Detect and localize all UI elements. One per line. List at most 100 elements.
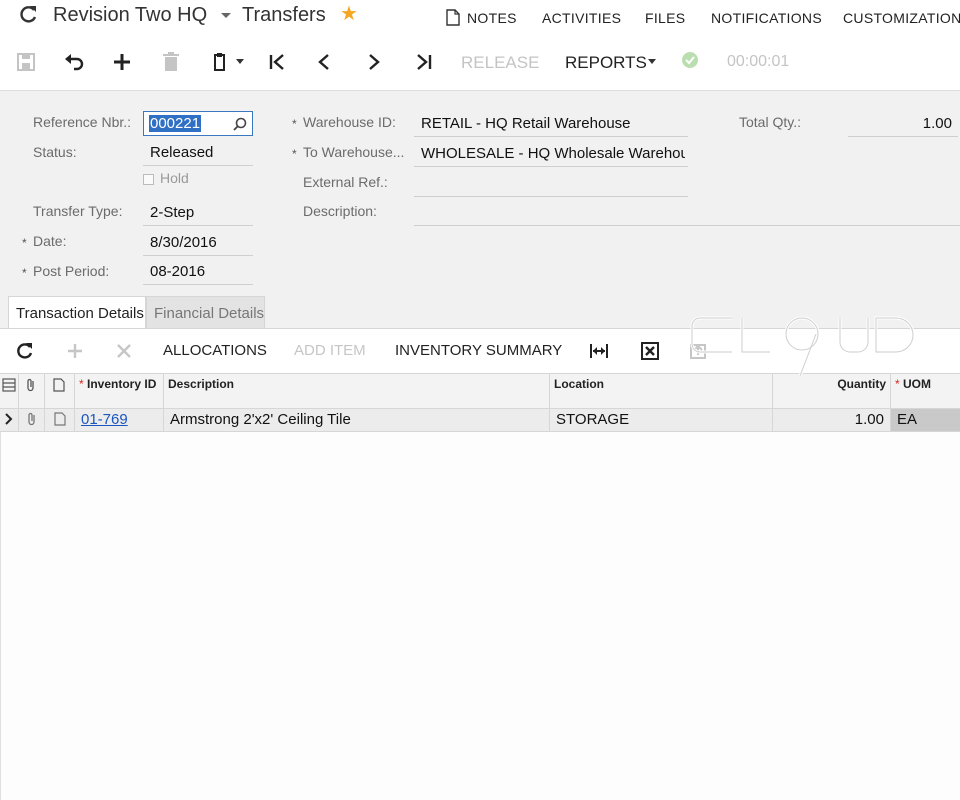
files-link[interactable]: FILES [645, 10, 685, 26]
clipboard-icon[interactable] [212, 52, 232, 72]
row-paperclip-icon[interactable] [26, 412, 38, 426]
last-record-icon[interactable] [413, 52, 433, 72]
add-item-button[interactable]: ADD ITEM [294, 342, 366, 359]
status-value: Released [150, 144, 214, 161]
export-excel-icon[interactable] [640, 341, 660, 361]
table-row[interactable]: 01-769 Armstrong 2'x2' Ceiling Tile STOR… [0, 409, 960, 432]
customization-link[interactable]: CUSTOMIZATION [843, 10, 960, 26]
hold-checkbox[interactable] [143, 174, 154, 185]
to-warehouse-value[interactable]: WHOLESALE - HQ Wholesale Warehouse [421, 145, 685, 162]
first-record-icon[interactable] [268, 52, 288, 72]
check-circle-icon [682, 52, 698, 68]
hold-label: Hold [160, 170, 189, 186]
paperclip-icon [27, 378, 34, 392]
description-label: Description: [303, 203, 377, 219]
transfer-type-value[interactable]: 2-Step [150, 204, 194, 221]
inventory-id-link[interactable]: 01-769 [81, 411, 128, 428]
refresh-icon[interactable] [18, 4, 38, 26]
grid-toolbar: ALLOCATIONS ADD ITEM INVENTORY SUMMARY [0, 328, 960, 372]
description-underline [414, 225, 960, 226]
inventory-id-cell[interactable]: 01-769 [75, 409, 164, 431]
to-warehouse-required-mark: * [292, 147, 297, 161]
next-record-icon[interactable] [363, 52, 383, 72]
date-value[interactable]: 8/30/2016 [150, 234, 217, 251]
reports-button[interactable]: REPORTS [565, 53, 647, 73]
favorite-star-icon[interactable]: ★ [340, 3, 358, 25]
undo-icon[interactable] [64, 52, 84, 72]
row-menu-header[interactable] [0, 374, 19, 409]
company-chevron-down-icon[interactable] [221, 13, 231, 18]
inventory-id-required-mark: * [79, 377, 84, 391]
upload-file-icon[interactable] [688, 341, 708, 361]
attachments-header [19, 374, 45, 409]
notes-header [45, 374, 75, 409]
location-cell[interactable]: STORAGE [550, 409, 773, 431]
quantity-cell[interactable]: 1.00 [773, 409, 891, 431]
external-ref-underline [414, 196, 688, 197]
external-ref-label: External Ref.: [303, 174, 388, 190]
to-warehouse-underline [414, 166, 688, 167]
page-title: Transfers [242, 4, 326, 26]
quantity-header[interactable]: Quantity [773, 374, 891, 409]
warehouse-id-value[interactable]: RETAIL - HQ Retail Warehouse [421, 115, 687, 132]
post-period-required-mark: * [22, 266, 27, 280]
reference-nbr-label: Reference Nbr.: [33, 114, 132, 130]
grid-settings-icon[interactable] [2, 378, 16, 392]
reports-chevron-down-icon[interactable] [648, 59, 656, 64]
clipboard-chevron-down-icon[interactable] [236, 59, 244, 64]
uom-header-label: UOM [903, 377, 932, 391]
row-note-icon[interactable] [54, 412, 66, 426]
reference-nbr-input[interactable]: 000221 [143, 111, 253, 136]
company-name[interactable]: Revision Two HQ [53, 4, 207, 27]
tab-transaction-details[interactable]: Transaction Details [8, 296, 146, 329]
inventory-id-header[interactable]: * Inventory ID [75, 374, 164, 409]
transfer-type-underline [143, 225, 253, 226]
chevron-right-icon [5, 413, 13, 425]
grid-refresh-icon[interactable] [15, 341, 35, 361]
uom-required-mark: * [895, 377, 900, 391]
add-icon[interactable] [112, 52, 132, 72]
location-header[interactable]: Location [550, 374, 773, 409]
to-warehouse-label: To Warehouse... [303, 144, 405, 160]
main-toolbar: RELEASE REPORTS [0, 44, 960, 80]
status-label: Status: [33, 144, 77, 160]
release-button[interactable]: RELEASE [461, 53, 539, 73]
grid-delete-row-icon[interactable] [114, 341, 134, 361]
transfer-type-label: Transfer Type: [33, 203, 123, 219]
date-underline [143, 255, 253, 256]
grid-empty-area [0, 432, 960, 800]
row-note-cell[interactable] [45, 409, 75, 431]
row-selector[interactable] [0, 409, 19, 431]
total-qty-value: 1.00 [922, 115, 952, 132]
inventory-summary-button[interactable]: INVENTORY SUMMARY [395, 342, 562, 359]
delete-icon[interactable] [161, 52, 181, 72]
post-period-label: Post Period: [33, 263, 110, 279]
grid-add-row-icon[interactable] [65, 341, 85, 361]
activities-link[interactable]: ACTIVITIES [542, 10, 621, 26]
description-cell[interactable]: Armstrong 2'x2' Ceiling Tile [164, 409, 550, 431]
search-icon[interactable] [233, 117, 247, 131]
uom-header[interactable]: * UOM [891, 374, 960, 409]
allocations-button[interactable]: ALLOCATIONS [163, 342, 267, 359]
row-attachment-cell[interactable] [19, 409, 45, 431]
description-header[interactable]: Description [164, 374, 550, 409]
inventory-id-header-label: Inventory ID [87, 377, 157, 391]
post-period-value[interactable]: 08-2016 [150, 263, 205, 280]
notes-icon[interactable] [446, 9, 460, 26]
tab-financial-details[interactable]: Financial Details [146, 296, 265, 329]
save-icon[interactable] [16, 52, 36, 72]
timer-readout: 00:00:01 [727, 53, 790, 70]
notes-link[interactable]: NOTES [467, 10, 517, 26]
warehouse-id-underline [414, 136, 688, 137]
grid-header-row: * Inventory ID Description Location Quan… [0, 373, 960, 409]
reference-nbr-value[interactable]: 000221 [149, 115, 202, 132]
notifications-link[interactable]: NOTIFICATIONS [711, 10, 822, 26]
warehouse-id-required-mark: * [292, 117, 297, 131]
previous-record-icon[interactable] [315, 52, 335, 72]
date-label: Date: [33, 233, 67, 249]
date-required-mark: * [22, 236, 27, 250]
uom-cell[interactable]: EA [891, 409, 960, 431]
total-qty-label: Total Qty.: [739, 114, 801, 130]
fit-columns-icon[interactable] [589, 341, 609, 361]
note-icon [53, 378, 65, 392]
